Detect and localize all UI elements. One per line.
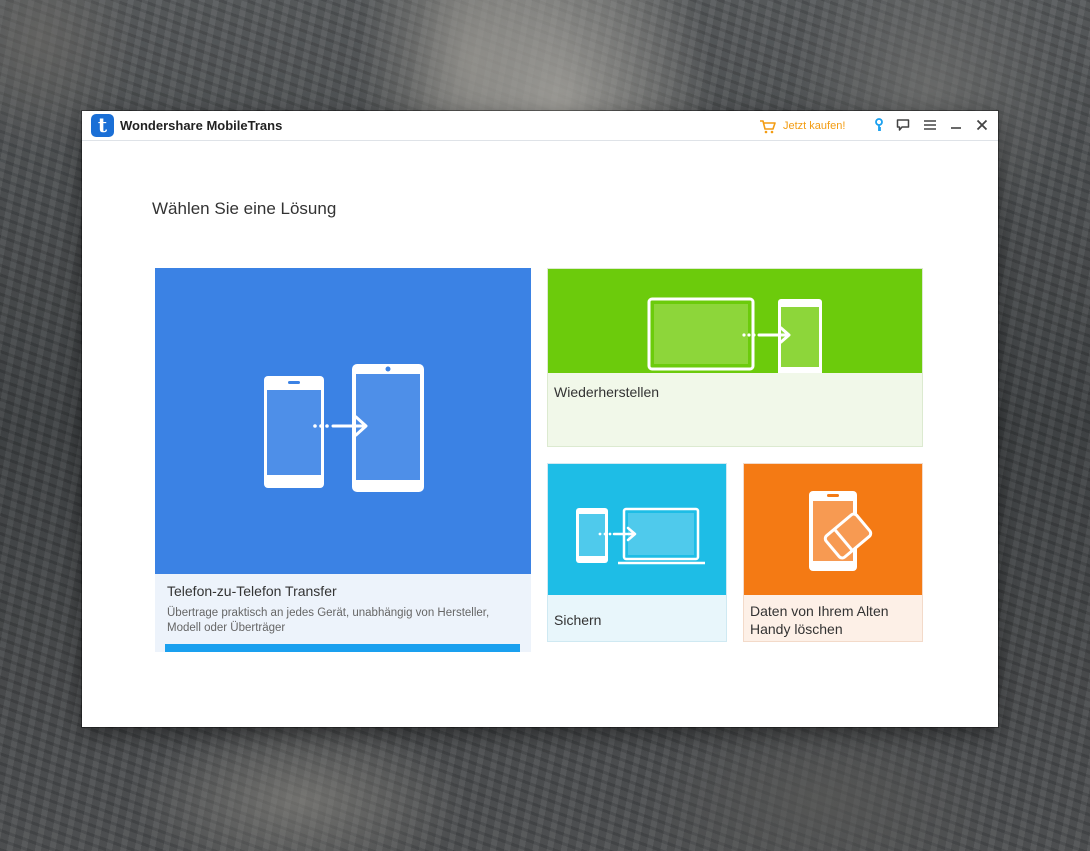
app-title: Wondershare MobileTrans <box>120 118 283 133</box>
tile-artwork <box>155 268 531 574</box>
phone-to-laptop-icon <box>576 507 705 565</box>
tile-artwork <box>548 269 922 379</box>
tile-label-area: Telefon-zu-Telefon Transfer Übertrage pr… <box>155 574 531 652</box>
minimize-icon[interactable] <box>949 118 963 132</box>
menu-icon[interactable] <box>923 118 937 132</box>
phone-eraser-icon <box>809 491 873 571</box>
logo-letter: t <box>97 113 108 137</box>
start-bar[interactable] <box>165 644 520 652</box>
feedback-icon[interactable] <box>896 118 910 132</box>
tile-backup[interactable]: Sichern <box>547 463 727 642</box>
cart-icon <box>760 119 776 133</box>
tile-description: Übertrage praktisch an jedes Gerät, unab… <box>167 607 490 634</box>
key-icon[interactable] <box>872 118 886 132</box>
tile-title: Telefon-zu-Telefon Transfer <box>167 583 337 599</box>
tile-restore[interactable]: Wiederherstellen <box>547 268 923 447</box>
tile-title: Wiederherstellen <box>554 384 660 400</box>
close-icon[interactable] <box>975 118 989 132</box>
title-bar: t Wondershare MobileTrans Jetzt kaufen! <box>82 111 998 141</box>
buy-now-label: Jetzt kaufen! <box>783 120 846 132</box>
tile-artwork <box>744 464 922 595</box>
buy-now-button[interactable]: Jetzt kaufen! <box>759 116 845 136</box>
app-logo-icon: t <box>91 113 114 137</box>
phone-transfer-icon <box>264 364 424 492</box>
tile-label-area: Daten von Ihrem Alten Handy löschen <box>744 595 922 641</box>
tile-artwork <box>548 464 726 595</box>
tile-label-area: Wiederherstellen <box>548 373 922 446</box>
laptop-to-phone-icon <box>640 297 822 379</box>
tile-phone-to-phone-transfer[interactable]: Telefon-zu-Telefon Transfer Übertrage pr… <box>155 268 531 652</box>
tile-title: Daten von Ihrem Alten Handy löschen <box>750 603 889 637</box>
app-window: t Wondershare MobileTrans Jetzt kaufen! <box>82 111 998 727</box>
tile-title: Sichern <box>554 612 602 628</box>
tile-label-area: Sichern <box>548 595 726 641</box>
page-heading: Wählen Sie eine Lösung <box>152 199 337 218</box>
tile-erase-old-phone[interactable]: Daten von Ihrem Alten Handy löschen <box>743 463 923 642</box>
